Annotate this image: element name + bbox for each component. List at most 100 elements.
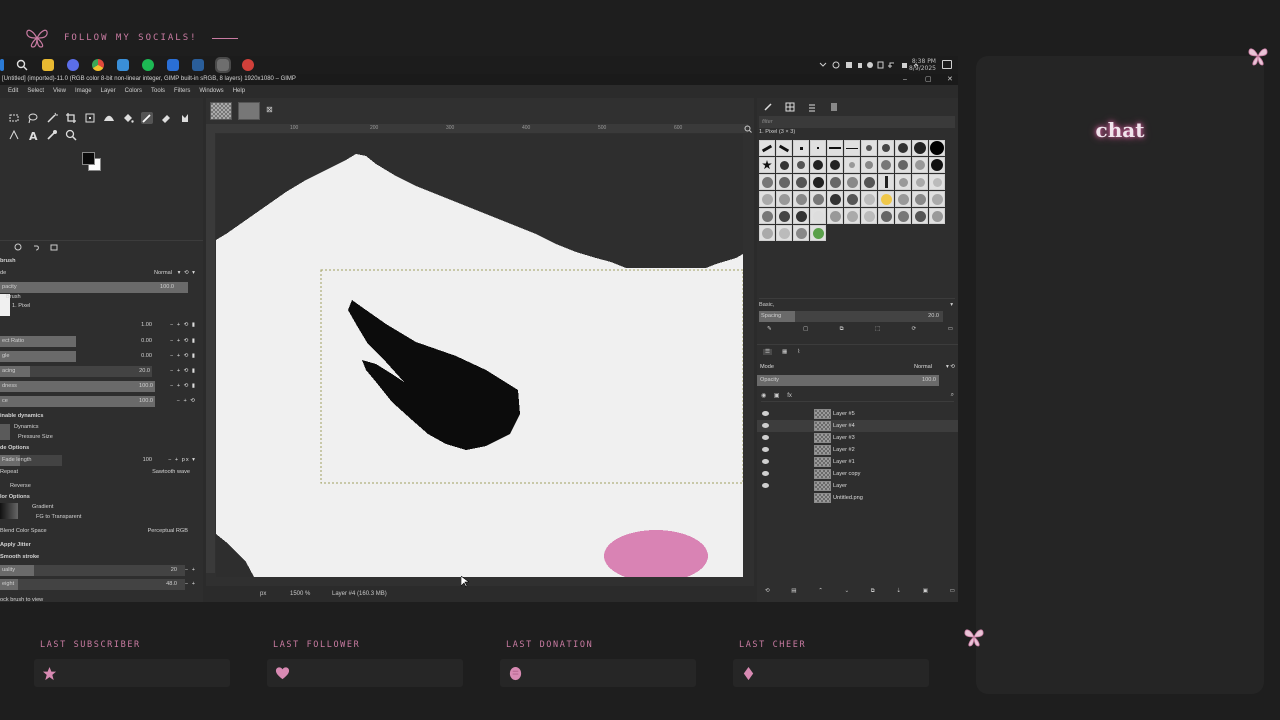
- layers-tab-icon[interactable]: ☰: [763, 348, 773, 355]
- dynamics-preview[interactable]: [0, 424, 10, 440]
- brush-item[interactable]: [861, 140, 877, 156]
- close-tab-icon[interactable]: ⊠: [266, 105, 273, 114]
- color-picker-tool-icon[interactable]: [46, 129, 58, 141]
- aspect-controls[interactable]: − + ⟲ ▮: [170, 335, 196, 347]
- gimp-taskbar-icon[interactable]: [215, 57, 231, 73]
- brush-item[interactable]: [929, 140, 945, 156]
- brush-filter-input[interactable]: filter: [759, 116, 955, 128]
- obs-icon[interactable]: [242, 59, 254, 71]
- images-icon[interactable]: [50, 243, 58, 251]
- brush-item[interactable]: [759, 157, 775, 173]
- layer-item[interactable]: Layer #2: [757, 444, 958, 456]
- fade-controls[interactable]: − + px ▾: [168, 454, 196, 466]
- layer-item[interactable]: Layer copy: [757, 468, 958, 480]
- layer-item[interactable]: Layer #5: [757, 408, 958, 420]
- brush-item[interactable]: [895, 208, 911, 224]
- maximize-button[interactable]: ▢: [925, 74, 932, 85]
- undo-history-icon[interactable]: [32, 243, 40, 251]
- brush-item[interactable]: [912, 174, 928, 190]
- brush-item[interactable]: [810, 157, 826, 173]
- aspect-ratio-value[interactable]: 0.00: [141, 335, 152, 347]
- file-explorer-icon[interactable]: [42, 59, 54, 71]
- size-controls[interactable]: − + ⟲ ▮: [170, 319, 196, 331]
- menu-select[interactable]: Select: [27, 85, 44, 97]
- menu-windows[interactable]: Windows: [199, 85, 223, 97]
- brush-preset-select[interactable]: Basic, ▾: [759, 298, 955, 310]
- zoom-tool-icon[interactable]: [65, 129, 77, 141]
- text-tool-icon[interactable]: A: [27, 129, 39, 141]
- app-icon[interactable]: [167, 59, 179, 71]
- minimize-button[interactable]: –: [903, 74, 907, 85]
- warp-tool-icon[interactable]: [103, 112, 115, 124]
- eye-icon[interactable]: [762, 447, 769, 452]
- smooth-stroke-checkbox[interactable]: Smooth stroke: [0, 551, 200, 563]
- mode-select[interactable]: Normal: [154, 267, 172, 279]
- brush-item[interactable]: [844, 191, 860, 207]
- weight-controls[interactable]: − +: [185, 578, 196, 590]
- document-history-tab-icon[interactable]: [829, 102, 839, 112]
- eye-icon[interactable]: [762, 435, 769, 440]
- gradient-preview[interactable]: [0, 503, 18, 519]
- mode-reset-icon[interactable]: ▾ ⟲ ▾: [178, 267, 196, 279]
- duplicate-layer-icon[interactable]: ⧉: [871, 588, 875, 598]
- spotify-icon[interactable]: [142, 59, 154, 71]
- brush-item[interactable]: [861, 157, 877, 173]
- brush-item[interactable]: [929, 191, 945, 207]
- brush-item[interactable]: [759, 174, 775, 190]
- discord-icon[interactable]: [67, 59, 79, 71]
- paths-tab-icon[interactable]: ⌇: [797, 349, 800, 355]
- brush-item[interactable]: [759, 208, 775, 224]
- layer-opacity-slider[interactable]: Opacity 100.0: [757, 375, 939, 386]
- visibility-header-icon[interactable]: ◉: [761, 393, 766, 399]
- new-layer-group-icon[interactable]: ▤: [791, 588, 796, 598]
- zoom-select[interactable]: 1500 %: [290, 586, 310, 602]
- brush-item[interactable]: [810, 140, 826, 156]
- brush-item[interactable]: [810, 225, 826, 241]
- patterns-tab-icon[interactable]: [785, 102, 795, 112]
- repeat-select[interactable]: Sawtooth wave: [152, 466, 190, 478]
- quality-controls[interactable]: − +: [185, 564, 196, 576]
- brush-item[interactable]: [912, 157, 928, 173]
- brush-item[interactable]: [895, 174, 911, 190]
- lasso-tool-icon[interactable]: [27, 112, 39, 124]
- crop-tool-icon[interactable]: [65, 112, 77, 124]
- brush-item[interactable]: [827, 208, 843, 224]
- layer-mode-select[interactable]: Normal: [914, 361, 932, 373]
- unit-select[interactable]: px: [260, 586, 266, 602]
- menu-layer[interactable]: Layer: [101, 85, 116, 97]
- brush-item[interactable]: [776, 225, 792, 241]
- brush-item[interactable]: [776, 174, 792, 190]
- angle-row[interactable]: 0.00 − + ⟲ ▮: [0, 350, 200, 362]
- brush-spacing-slider[interactable]: Spacing 20.0: [759, 311, 943, 322]
- brush-item[interactable]: [844, 157, 860, 173]
- aspect-ratio-row[interactable]: 0.00 − + ⟲ ▮: [0, 335, 200, 347]
- bucket-fill-tool-icon[interactable]: [122, 112, 134, 124]
- brush-item[interactable]: [912, 208, 928, 224]
- fg-bg-color[interactable]: [82, 152, 102, 172]
- brush-item[interactable]: [912, 191, 928, 207]
- blend-color-space-row[interactable]: Blend Color Space Perceptual RGB: [0, 525, 200, 537]
- rect-select-tool-icon[interactable]: [8, 112, 20, 124]
- lower-layer-icon[interactable]: ⌄: [845, 588, 850, 598]
- copy-location-icon[interactable]: ⬚: [875, 326, 880, 336]
- eye-icon[interactable]: [762, 423, 769, 428]
- layer-mode-row[interactable]: Mode Normal ▾ ⟲: [757, 361, 958, 373]
- anchor-layer-icon[interactable]: ⇣: [896, 588, 901, 598]
- new-brush-icon[interactable]: ▢: [803, 326, 808, 336]
- brush-item[interactable]: [810, 191, 826, 207]
- brush-value[interactable]: 1. Pixel: [12, 300, 212, 312]
- layer-mode-reset-icon[interactable]: ▾ ⟲: [946, 361, 955, 373]
- refresh-icon[interactable]: ⟳: [912, 326, 917, 336]
- chevron-down-icon[interactable]: ▾: [950, 299, 953, 311]
- brush-item[interactable]: [929, 174, 945, 190]
- angle-controls[interactable]: − + ⟲ ▮: [170, 350, 196, 362]
- layer-item[interactable]: Layer #1: [757, 456, 958, 468]
- close-button[interactable]: ✕: [947, 74, 953, 85]
- path-tool-icon[interactable]: [8, 129, 20, 141]
- fonts-tab-icon[interactable]: [807, 102, 817, 112]
- menu-edit[interactable]: Edit: [8, 85, 18, 97]
- brush-item[interactable]: [878, 208, 894, 224]
- eye-icon[interactable]: [762, 411, 769, 416]
- steam-icon[interactable]: [192, 59, 204, 71]
- layer-item[interactable]: Untitled.png: [757, 492, 958, 504]
